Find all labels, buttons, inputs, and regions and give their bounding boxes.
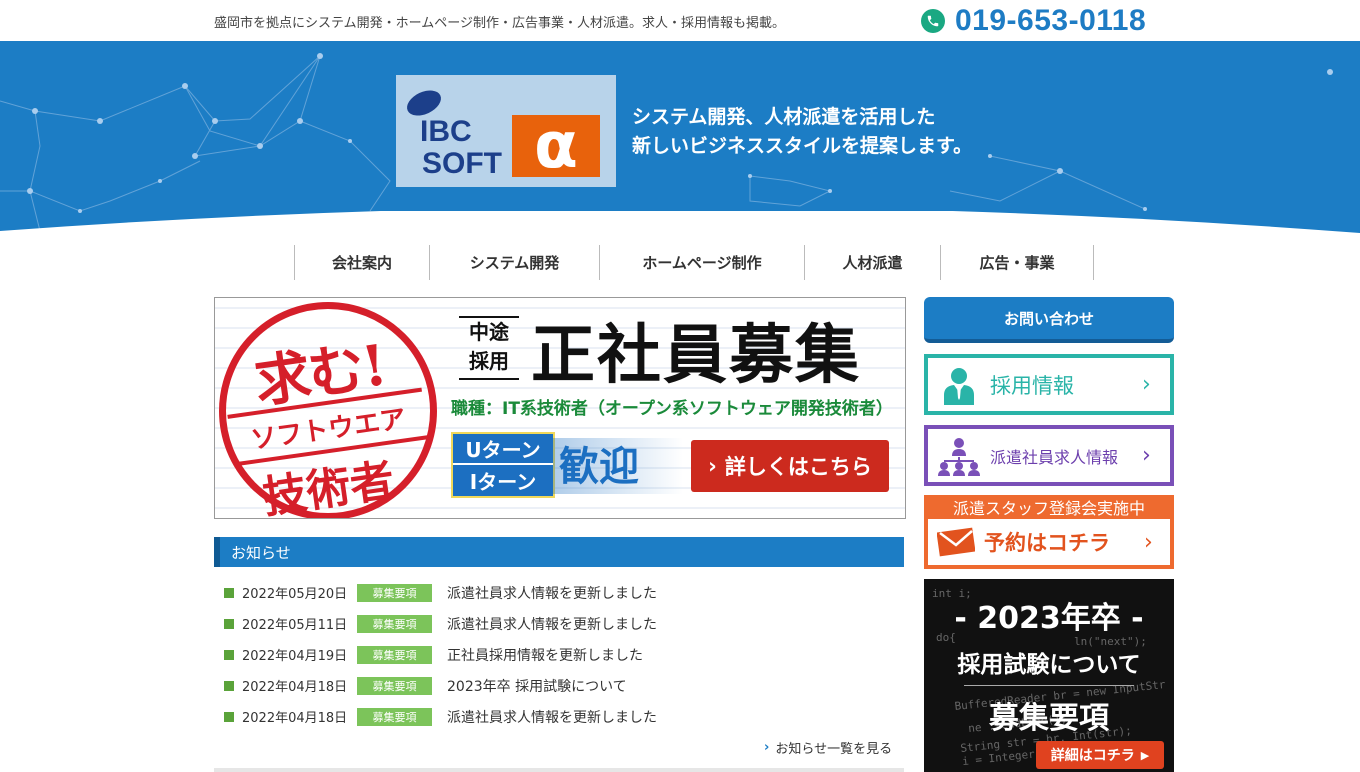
stamp-circle: 求む! ソフトウエア 技術者 [219,302,437,518]
uturn-iturn-box: Uターン Iターン [451,432,555,498]
nav-item-web-production[interactable]: ホームページ制作 [600,245,805,280]
news-category-badge: 募集要項 [357,676,432,695]
nav-item-staffing[interactable]: 人材派遣 [805,245,941,280]
global-nav: 会社案内 システム開発 ホームページ制作 人材派遣 広告・事業 [294,245,1094,280]
staff-registration-heading: 派遣スタッフ登録会実施中 [952,499,1145,518]
welcome-text: 歓迎 [559,444,639,490]
bullet-square-icon [224,618,234,629]
recruit-info-label: 採用情報 [990,373,1074,398]
dispatch-jobs-card[interactable]: 派遣社員求人情報 › [924,425,1174,486]
staff-registration-box[interactable]: 予約はコチラ › [928,519,1170,565]
dispatch-jobs-label: 派遣社員求人情報 [990,447,1119,467]
news-category-badge: 募集要項 [357,614,432,633]
news-item[interactable]: 2022年04月18日 募集要項 派遣社員求人情報を更新しました [224,701,904,732]
chevron-right-icon: › [1142,372,1151,397]
news-date: 2022年04月18日 [242,680,348,695]
logo-alpha-symbol: α [534,109,578,183]
news-divider [214,768,904,772]
chevron-right-icon: › [1144,529,1153,555]
news-category-badge: 募集要項 [357,583,432,602]
news-date: 2022年04月18日 [242,711,348,726]
news-item[interactable]: 2022年04月18日 募集要項 2023年卒 採用試験について [224,670,904,701]
chevron-right-icon: › [708,454,717,478]
tag-line-1: 中途 [469,320,509,344]
contact-button[interactable]: お問い合わせ [924,297,1174,343]
hero-header: IBC SOFT α システム開発、人材派遣を活用した 新しいビジネススタイルを… [0,41,1360,256]
news-item[interactable]: 2022年04月19日 募集要項 正社員採用情報を更新しました [224,639,904,670]
top-bar: 盛岡市を拠点にシステム開発・ホームページ制作・広告事業・人材派遣。求人・採用情報… [0,0,1360,41]
envelope-icon [928,527,984,557]
site-logo[interactable]: IBC SOFT α [396,75,616,187]
news-category-badge: 募集要項 [357,707,432,726]
news-date: 2022年05月20日 [242,587,348,602]
hero-catchcopy: システム開発、人材派遣を活用した 新しいビジネススタイルを提案します。 [632,103,972,161]
nav-item-advertising[interactable]: 広告・事業 [941,245,1094,280]
exam-main-title: 募集要項 [989,701,1109,736]
graduate-exam-card[interactable]: int i; do{ ln("next"); BufferedReader br… [924,579,1174,772]
logo-text-soft: SOFT [422,147,502,180]
news-item[interactable]: 2022年05月20日 募集要項 派遣社員求人情報を更新しました [224,577,904,608]
bullet-square-icon [224,587,234,598]
news-title-link[interactable]: 派遣社員求人情報を更新しました [447,614,657,634]
chevron-right-icon: › [1142,443,1151,468]
news-more-label: お知らせ一覧を見る [775,742,893,757]
news-category-badge: 募集要項 [357,645,432,664]
hero-line-1: システム開発、人材派遣を活用した [632,106,936,128]
phone-icon [921,9,945,33]
site-tagline: 盛岡市を拠点にシステム開発・ホームページ制作・広告事業・人材派遣。求人・採用情報… [214,16,785,31]
recruit-info-card[interactable]: 採用情報 › [924,354,1174,415]
exam-detail-button[interactable]: 詳細はコチラ ▶ [1036,741,1164,769]
tag-line-2: 採用 [469,349,509,373]
exam-year: - 2023年卒 - [954,601,1144,636]
exam-subtitle: 採用試験について [957,652,1141,678]
nav-item-system-dev[interactable]: システム開発 [430,245,600,280]
nav-item-company[interactable]: 会社案内 [295,245,430,280]
recruit-title: 正社員募集 [531,319,861,393]
phone-number[interactable]: 019-653-0118 [921,4,1146,38]
bullet-square-icon [224,649,234,660]
news-date: 2022年05月11日 [242,618,348,633]
news-title-link[interactable]: 2023年卒 採用試験について [447,676,627,696]
mid-career-tag: 中途 採用 [459,316,519,380]
phone-number-text: 019-653-0118 [955,4,1147,37]
org-chart-icon [928,436,990,476]
logo-text-ibc: IBC [420,115,472,148]
job-type: 職種：IT系技術者（オープン系ソフトウェア開発技術者） [451,399,893,419]
banner-detail-label: 詳しくはこちら [724,455,872,479]
news-item[interactable]: 2022年05月11日 募集要項 派遣社員求人情報を更新しました [224,608,904,639]
uturn-label: Uターン [453,434,553,465]
recruit-banner[interactable]: 求む! ソフトウエア 技術者 中途 採用 正社員募集 職種：IT系技術者（オープ… [214,297,906,519]
exam-detail-label: 詳細はコチラ [1050,748,1135,764]
news-more-link[interactable]: › お知らせ一覧を見る [764,738,892,757]
news-heading: お知らせ [214,537,904,567]
news-title-link[interactable]: 正社員採用情報を更新しました [447,645,643,665]
banner-detail-button[interactable]: › 詳しくはこちら [691,440,889,492]
exam-divider [964,685,1134,686]
bullet-square-icon [224,680,234,691]
news-date: 2022年04月19日 [242,649,348,664]
bullet-square-icon [224,711,234,722]
news-title-link[interactable]: 派遣社員求人情報を更新しました [447,583,657,603]
staff-registration-card[interactable]: 派遣スタッフ登録会実施中 予約はコチラ › [924,495,1174,569]
news-title-link[interactable]: 派遣社員求人情報を更新しました [447,707,657,727]
triangle-right-icon: ▶ [1140,748,1150,762]
chevron-right-icon: › [764,740,770,755]
iturn-label: Iターン [469,470,537,494]
hero-line-2: 新しいビジネススタイルを提案します。 [632,135,973,157]
news-list: 2022年05月20日 募集要項 派遣社員求人情報を更新しました 2022年05… [224,577,904,732]
staff-reserve-label: 予約はコチラ [984,531,1110,555]
person-icon [928,365,990,405]
